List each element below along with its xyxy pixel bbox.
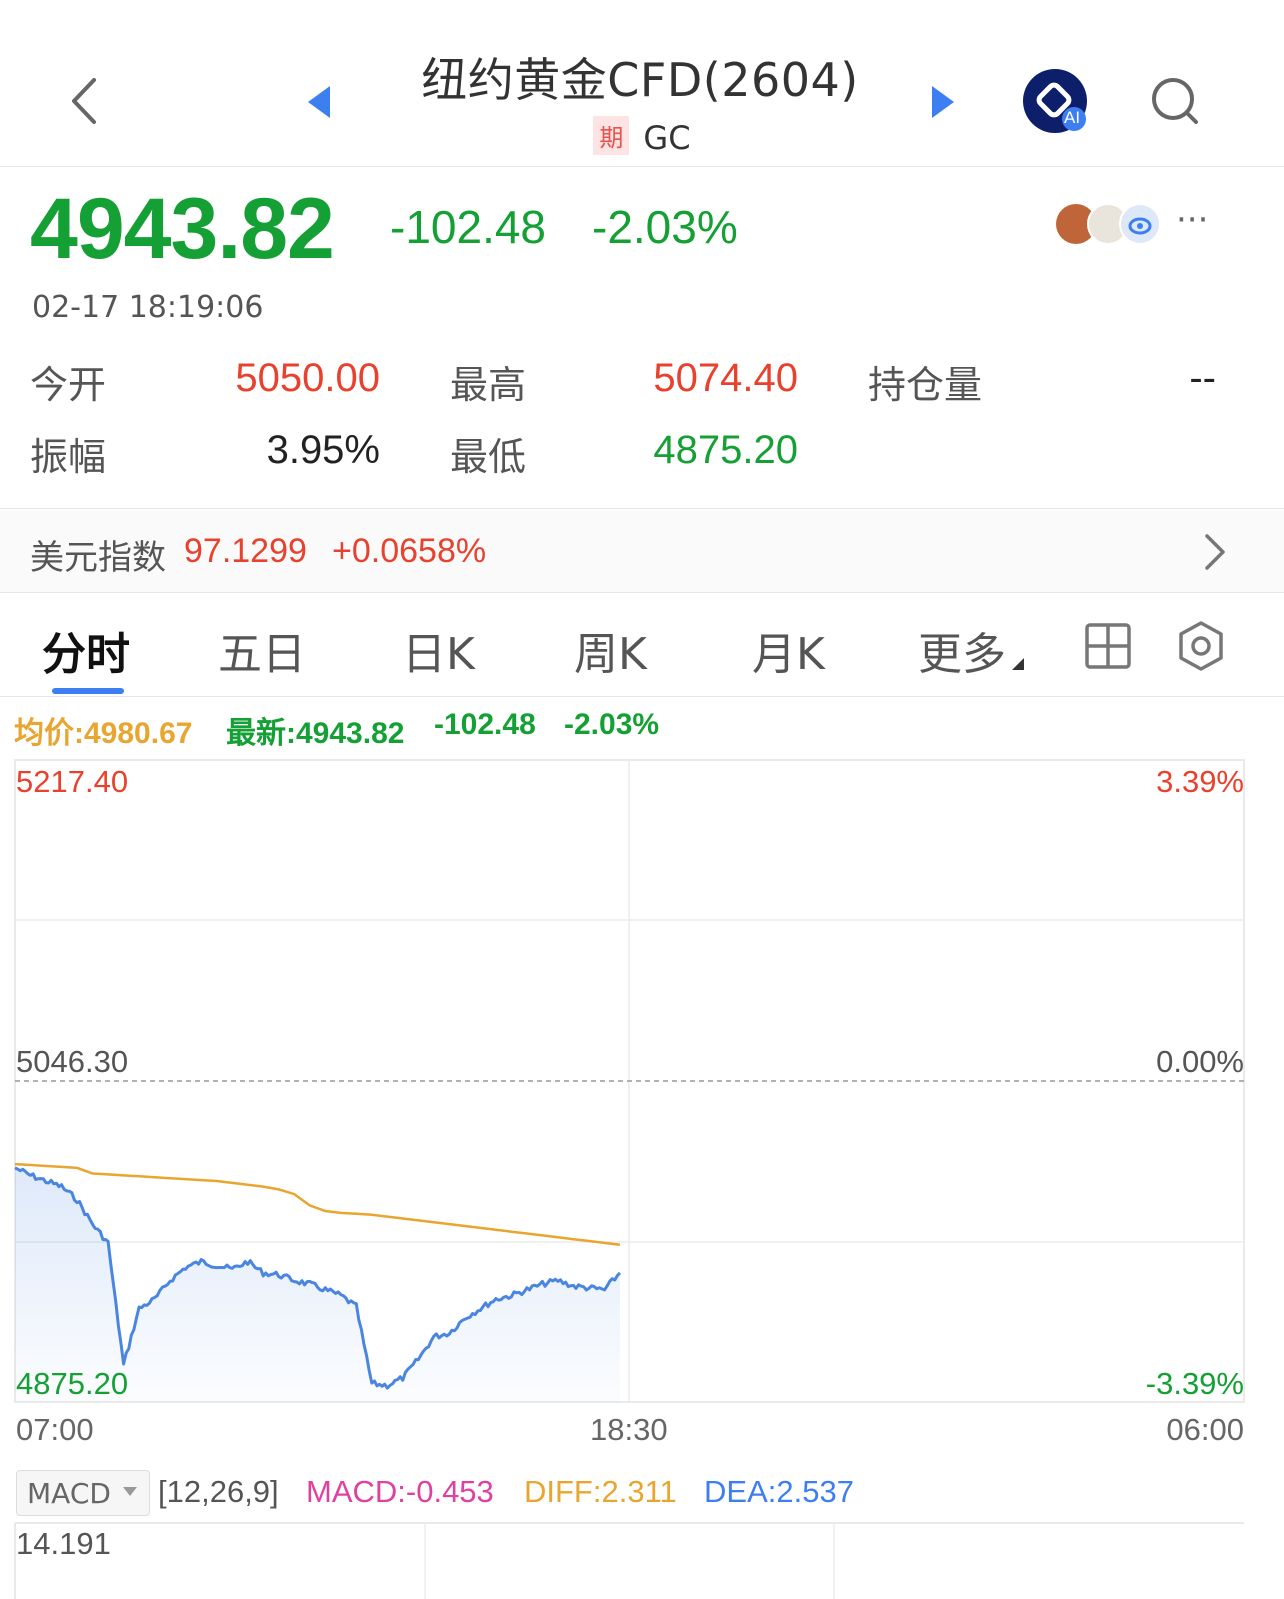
price-change-pct: -2.03% [592, 201, 738, 253]
tab-weekly-k[interactable]: 周K [574, 618, 647, 682]
dollar-index-row[interactable]: 美元指数 97.1299 +0.0658% [0, 510, 1284, 592]
more-options-icon[interactable]: ··· [1176, 200, 1208, 240]
latest-price-legend: 最新:4943.82 [226, 717, 405, 750]
indicator-selector[interactable]: MACD [16, 1470, 150, 1516]
price-change: -102.48 [390, 201, 547, 253]
change-legend: -102.48 [434, 708, 536, 741]
settings-icon[interactable] [1176, 620, 1226, 672]
low-value: 4875.20 [653, 428, 798, 472]
amplitude-label: 振幅 [30, 435, 107, 479]
tab-intraday[interactable]: 分时 [42, 618, 130, 682]
tab-monthly-k[interactable]: 月K [752, 618, 825, 682]
open-interest-value: -- [1189, 356, 1216, 400]
high-value: 5074.40 [653, 356, 798, 400]
tab-daily-k[interactable]: 日K [402, 618, 475, 682]
indicator-selector-label: MACD [27, 1477, 111, 1510]
x-axis-start: 07:00 [16, 1412, 94, 1447]
open-label: 今开 [30, 363, 107, 407]
macd-panel [14, 1522, 1244, 1599]
avatar-group-icon [1056, 203, 1161, 245]
x-axis-end: 06:00 [1166, 1412, 1244, 1447]
ticker-code: GC [643, 119, 691, 157]
active-tab-indicator [52, 688, 124, 694]
contract-code: 期 GC [0, 116, 1284, 157]
top-bar: 纽约黄金CFD(2604) 期 GC AI [0, 0, 1284, 167]
futures-badge: 期 [593, 116, 630, 155]
caret-down-icon [123, 1487, 137, 1496]
pct-axis-mid: 0.00% [1156, 1044, 1244, 1079]
open-interest-label: 持仓量 [868, 363, 983, 407]
tab-five-day[interactable]: 五日 [218, 618, 306, 682]
intraday-chart[interactable] [0, 758, 1284, 1404]
avg-price-line [14, 1162, 621, 1247]
quote-timestamp: 02-17 18:19:06 [32, 290, 264, 325]
grid-layout-icon[interactable] [1084, 622, 1132, 670]
page-title: 纽约黄金CFD(2604) [421, 53, 859, 107]
macd-params: [12,26,9] [158, 1474, 279, 1509]
dropdown-corner-icon [1012, 658, 1024, 670]
y-axis-top: 5217.40 [16, 764, 129, 799]
diff-value: DIFF:2.311 [524, 1474, 677, 1509]
divider [0, 508, 1284, 509]
low-label: 最低 [450, 435, 527, 479]
high-label: 最高 [450, 363, 527, 407]
dollar-index-value: 97.1299 [184, 532, 307, 570]
change-pct-legend: -2.03% [564, 708, 660, 741]
divider [0, 592, 1284, 593]
y-axis-bottom: 4875.20 [16, 1366, 129, 1401]
community-avatars[interactable] [1056, 202, 1166, 246]
macd-value: MACD:-0.453 [306, 1474, 494, 1509]
tab-more-label: 更多 [918, 629, 1006, 680]
amplitude-value: 3.95% [266, 428, 380, 472]
last-price: 4943.82 [30, 181, 335, 277]
pct-axis-bottom: -3.39% [1145, 1366, 1244, 1401]
open-value: 5050.00 [235, 356, 380, 400]
dollar-index-label: 美元指数 [30, 538, 166, 578]
dea-value: DEA:2.537 [704, 1474, 854, 1509]
next-contract-arrow-icon[interactable] [928, 84, 958, 120]
chevron-right-icon [1205, 534, 1225, 570]
pct-axis-top: 3.39% [1156, 764, 1244, 799]
divider [0, 696, 1284, 697]
avg-price-legend: 均价:4980.67 [14, 717, 193, 750]
dollar-index-change: +0.0658% [332, 532, 487, 570]
y-axis-mid: 5046.30 [16, 1044, 129, 1079]
macd-y-top: 14.191 [16, 1526, 111, 1561]
ai-assistant-button[interactable]: AI [1022, 68, 1088, 134]
ai-label: AI [1064, 108, 1081, 127]
x-axis-mid: 18:30 [590, 1412, 668, 1447]
tab-more[interactable]: 更多 [918, 618, 1024, 682]
search-icon[interactable] [1150, 76, 1200, 126]
